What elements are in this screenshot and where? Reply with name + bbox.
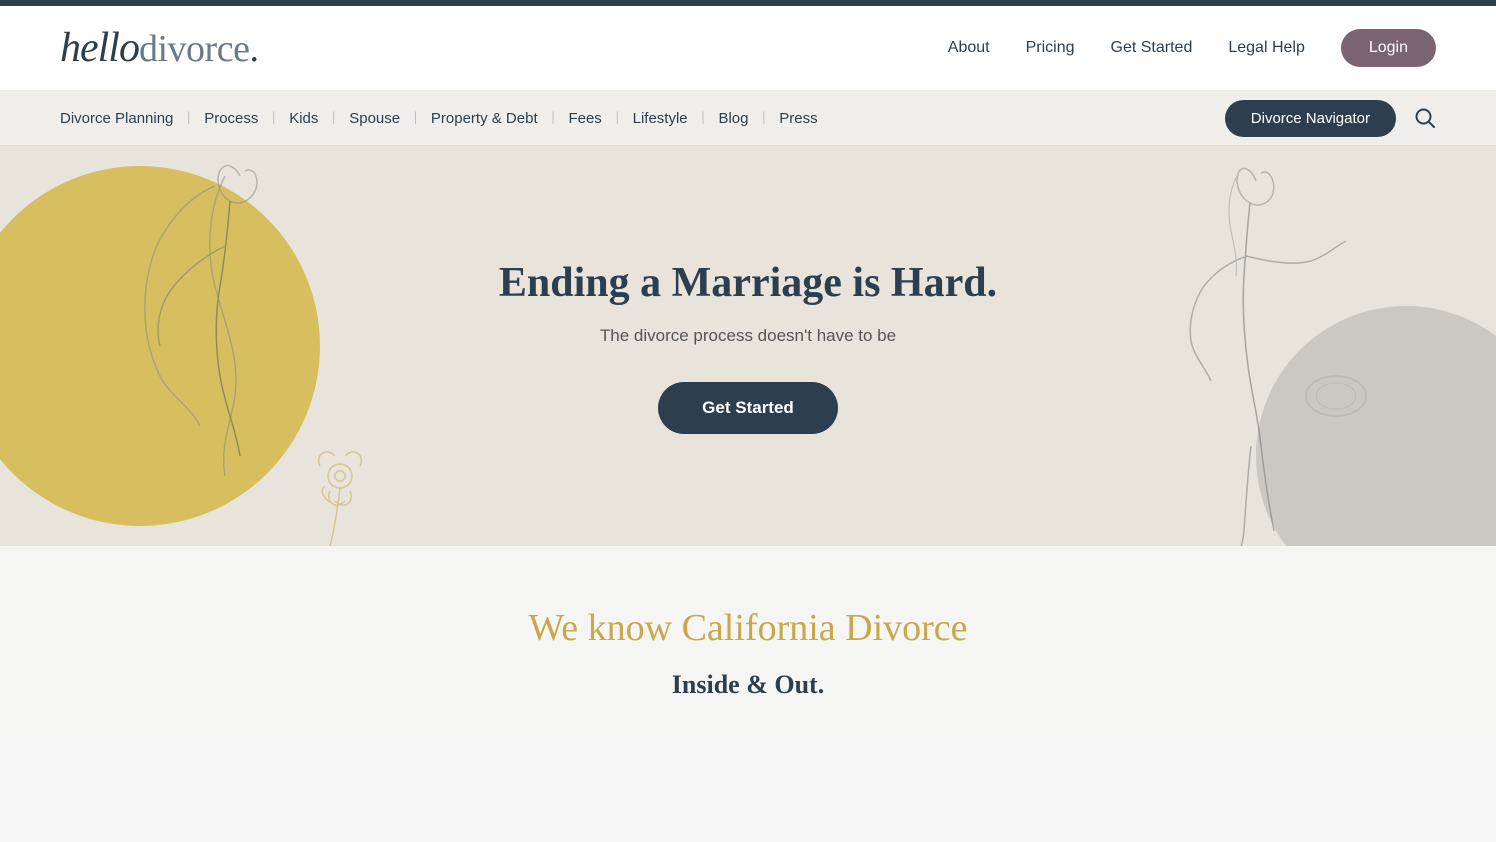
logo-dot: . [249,27,259,71]
hero-title: Ending a Marriage is Hard. [499,258,997,308]
sec-nav-item-spouse[interactable]: Spouse [318,110,400,127]
sec-nav-link-spouse[interactable]: Spouse [349,110,400,127]
sec-nav-item-fees[interactable]: Fees [538,110,602,127]
search-icon [1414,107,1436,129]
sec-nav-item-divorce-planning[interactable]: Divorce Planning [60,110,173,127]
nav-item-legal-help[interactable]: Legal Help [1228,39,1305,57]
divorce-navigator-button[interactable]: Divorce Navigator [1225,100,1396,137]
sec-nav-item-press[interactable]: Press [748,110,817,127]
sec-nav-link-blog[interactable]: Blog [718,110,748,127]
sec-nav-item-blog[interactable]: Blog [688,110,749,127]
sec-nav-item-process[interactable]: Process [173,110,258,127]
secondary-nav-links: Divorce Planning Process Kids Spouse Pro… [60,110,818,127]
sec-nav-link-divorce-planning[interactable]: Divorce Planning [60,110,173,127]
hero-cta-button[interactable]: Get Started [658,382,838,434]
sec-nav-item-lifestyle[interactable]: Lifestyle [602,110,688,127]
sec-nav-link-press[interactable]: Press [779,110,817,127]
sec-nav-item-property-debt[interactable]: Property & Debt [400,110,538,127]
nav-link-about[interactable]: About [948,39,990,56]
hero-section: Ending a Marriage is Hard. The divorce p… [0,146,1496,546]
main-nav: hellodivorce. About Pricing Get Started … [0,6,1496,91]
secondary-nav-right: Divorce Navigator [1225,100,1436,137]
sec-nav-link-property-debt[interactable]: Property & Debt [431,110,538,127]
logo-hello: hello [60,24,139,72]
login-button[interactable]: Login [1341,29,1436,67]
search-icon-wrap[interactable] [1414,107,1436,129]
bottom-subtitle: Inside & Out. [60,670,1436,700]
bottom-section: We know California Divorce Inside & Out. [0,546,1496,740]
figure-left [60,146,440,546]
secondary-nav: Divorce Planning Process Kids Spouse Pro… [0,91,1496,146]
sec-nav-link-process[interactable]: Process [204,110,258,127]
figure-right [1056,146,1436,546]
hero-subtitle: The divorce process doesn't have to be [499,326,997,346]
main-nav-links: About Pricing Get Started Legal Help [948,39,1305,57]
nav-item-pricing[interactable]: Pricing [1026,39,1075,57]
sec-nav-link-lifestyle[interactable]: Lifestyle [633,110,688,127]
nav-link-get-started[interactable]: Get Started [1111,39,1193,56]
sec-nav-link-fees[interactable]: Fees [568,110,601,127]
nav-item-about[interactable]: About [948,39,990,57]
logo-divorce: divorce [139,27,249,71]
bottom-title: We know California Divorce [60,606,1436,650]
nav-item-get-started[interactable]: Get Started [1111,39,1193,57]
logo[interactable]: hellodivorce. [60,24,259,72]
sec-nav-item-kids[interactable]: Kids [258,110,318,127]
nav-link-legal-help[interactable]: Legal Help [1228,39,1305,56]
nav-link-pricing[interactable]: Pricing [1026,39,1075,56]
hero-content: Ending a Marriage is Hard. The divorce p… [499,258,997,434]
sec-nav-link-kids[interactable]: Kids [289,110,318,127]
